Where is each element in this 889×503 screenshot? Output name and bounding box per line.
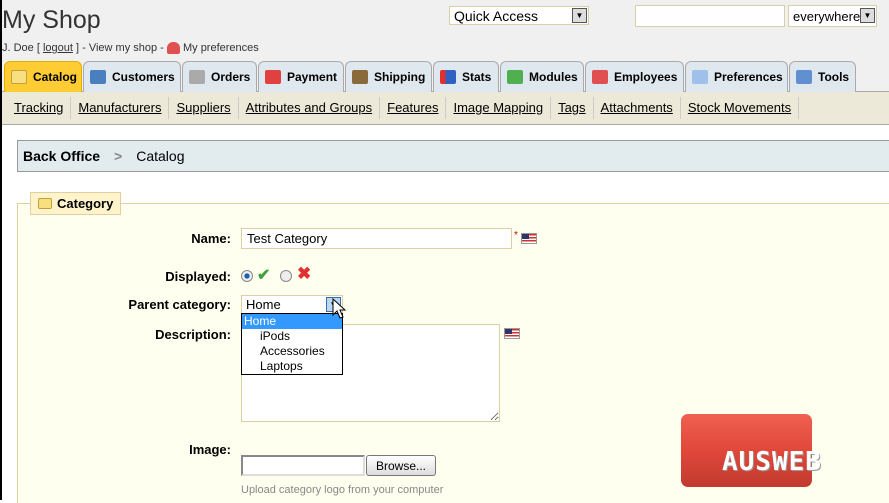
subnav-tags[interactable]: Tags	[551, 97, 594, 119]
parent-category-select[interactable]: Home▼	[241, 295, 343, 314]
legend-text: Category	[57, 196, 114, 211]
tab-tools[interactable]: Tools	[789, 61, 856, 92]
image-hint: Upload category logo from your computer	[241, 484, 444, 496]
option-laptops[interactable]: Laptops	[242, 359, 342, 374]
image-label: Image:	[189, 442, 231, 457]
name-label: Name:	[191, 231, 231, 246]
displayed-yes-radio[interactable]	[241, 270, 253, 282]
tab-shipping[interactable]: Shipping	[345, 61, 432, 92]
flag-icon[interactable]	[521, 233, 537, 244]
tab-label: Preferences	[714, 70, 783, 84]
displayed-label: Displayed:	[165, 269, 231, 284]
breadcrumb-current: Catalog	[136, 148, 185, 164]
subnav-stock-movements[interactable]: Stock Movements	[681, 97, 800, 119]
quick-access-value: Quick Access	[454, 8, 539, 24]
tab-label: Modules	[529, 70, 578, 84]
tab-preferences[interactable]: Preferences	[685, 61, 788, 92]
tab-payment[interactable]: Payment	[258, 61, 344, 92]
subnav-manufacturers[interactable]: Manufacturers	[71, 97, 170, 119]
parent-category-value: Home	[246, 297, 281, 312]
sub-navigation: Tracking Manufacturers Suppliers Attribu…	[2, 92, 889, 125]
payment-icon	[265, 70, 281, 84]
view-shop-link[interactable]: ] - View my shop -	[76, 42, 164, 54]
pencil-icon	[692, 70, 708, 84]
displayed-no-radio[interactable]	[280, 270, 292, 282]
subnav-tracking[interactable]: Tracking	[7, 97, 72, 119]
quick-access-select[interactable]: Quick Access ▼	[449, 6, 589, 25]
chevron-right-icon: >	[114, 148, 123, 164]
tab-label: Tools	[818, 70, 850, 84]
subnav-image-mapping[interactable]: Image Mapping	[446, 97, 552, 119]
puzzle-icon	[507, 70, 523, 84]
tab-label: Payment	[287, 70, 338, 84]
search-scope-value: everywhere	[793, 9, 861, 24]
tab-label: Employees	[614, 70, 678, 84]
folder-icon	[11, 70, 27, 84]
parent-category-label: Parent category:	[128, 297, 231, 312]
tab-stats[interactable]: Stats	[433, 61, 499, 92]
tab-orders[interactable]: Orders	[182, 61, 257, 92]
tab-label: Customers	[112, 70, 175, 84]
parent-category-dropdown: Home iPods Accessories Laptops	[241, 313, 343, 375]
tab-label: Shipping	[374, 70, 426, 84]
fieldset-legend: Category	[30, 192, 122, 215]
person-icon	[166, 42, 180, 55]
user-line: J. Doe [ logout ] - View my shop - My pr…	[2, 42, 259, 55]
flag-icon[interactable]	[504, 328, 520, 339]
shop-title: My Shop	[2, 6, 101, 34]
tab-label: Catalog	[33, 70, 78, 84]
person-icon	[592, 70, 608, 84]
required-marker: *	[514, 230, 518, 241]
option-accessories[interactable]: Accessories	[242, 344, 342, 359]
check-icon: ✔	[257, 267, 271, 284]
tab-label: Orders	[211, 70, 251, 84]
browse-button[interactable]: Browse...	[366, 455, 436, 476]
tab-label: Stats	[462, 70, 492, 84]
cursor-icon	[332, 298, 347, 319]
tab-customers[interactable]: Customers	[83, 61, 181, 92]
subnav-suppliers[interactable]: Suppliers	[169, 97, 239, 119]
cross-icon: ✖	[297, 264, 312, 283]
file-input[interactable]	[241, 455, 365, 476]
tab-catalog[interactable]: Catalog	[4, 61, 82, 92]
subnav-features[interactable]: Features	[380, 97, 447, 119]
folder-icon	[38, 198, 52, 209]
subnav-attributes[interactable]: Attributes and Groups	[239, 97, 381, 119]
tab-modules[interactable]: Modules	[500, 61, 584, 92]
search-input[interactable]	[635, 5, 785, 27]
user-icon	[90, 70, 106, 84]
name-input[interactable]	[241, 228, 512, 249]
my-preferences-link[interactable]: My preferences	[183, 42, 259, 54]
option-ipods[interactable]: iPods	[242, 329, 342, 344]
breadcrumb-root[interactable]: Back Office	[23, 148, 100, 164]
chevron-down-icon: ▼	[860, 8, 875, 23]
truck-icon	[352, 70, 368, 84]
description-label: Description:	[155, 327, 231, 342]
option-home[interactable]: Home	[242, 314, 342, 329]
search-scope-select[interactable]: everywhere ▼	[788, 5, 877, 27]
logout-link[interactable]: logout	[43, 42, 73, 54]
chevron-down-icon: ▼	[572, 8, 587, 23]
tab-employees[interactable]: Employees	[585, 61, 684, 92]
cart-icon	[189, 70, 205, 84]
breadcrumb: Back Office > Catalog	[17, 140, 889, 172]
ausweb-watermark: AUSWEB	[722, 447, 822, 477]
main-tabs: Catalog Customers Orders Payment Shippin…	[2, 61, 889, 92]
user-name: J. Doe [	[2, 42, 40, 54]
subnav-attachments[interactable]: Attachments	[594, 97, 681, 119]
chart-icon	[440, 70, 456, 84]
wrench-icon	[796, 70, 812, 84]
